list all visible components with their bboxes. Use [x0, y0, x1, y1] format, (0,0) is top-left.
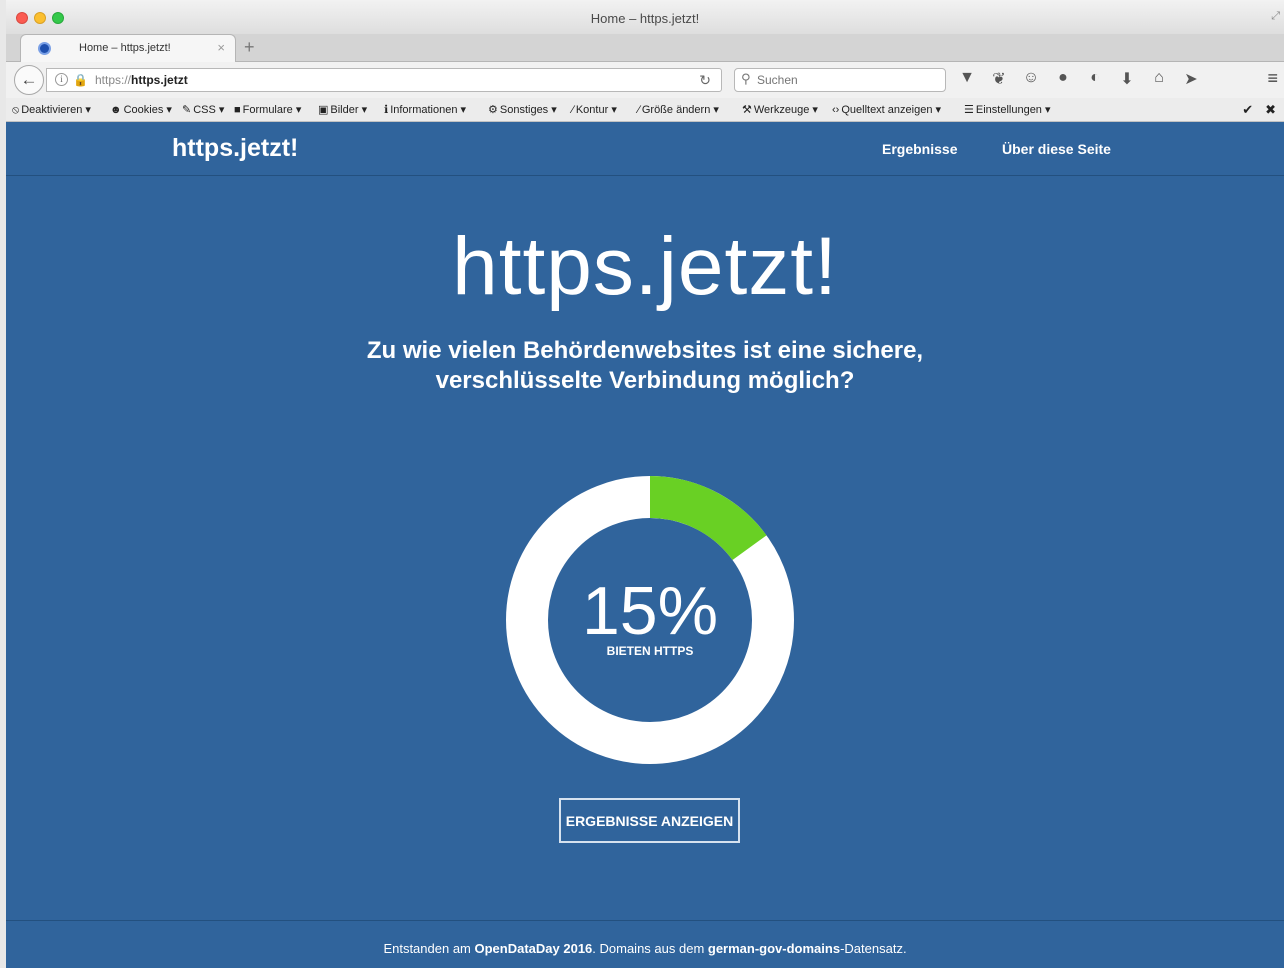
favicon-icon [38, 42, 51, 55]
site-brand[interactable]: https.jetzt! [172, 134, 298, 163]
search-bar[interactable]: ⚲ [734, 68, 946, 92]
back-button[interactable]: ← [14, 65, 44, 95]
tab-strip: Home – https.jetzt! × + [6, 34, 1284, 62]
search-input[interactable] [757, 70, 937, 90]
hero-title: https.jetzt! [452, 221, 838, 312]
devbar-forms[interactable]: ■ Formulare ▾ [234, 103, 301, 116]
devbar-cookies[interactable]: ☻ Cookies ▾ [110, 103, 172, 116]
footer-dataset-link[interactable]: german-gov-domains [708, 941, 840, 956]
back-arrow-icon: ← [20, 70, 38, 89]
devbar-right-actions: ✔ ✖ [1230, 102, 1276, 118]
tab-home[interactable]: Home – https.jetzt! × [20, 34, 236, 62]
page-content: https.jetzt! Ergebnisse Über diese Seite… [6, 122, 1284, 968]
hero-subtitle-line2: verschlüsselte Verbindung möglich? [435, 367, 855, 394]
lock-icon[interactable]: 🔒 [73, 73, 88, 87]
devbar-resize[interactable]: ∕ Größe ändern ▾ [638, 103, 719, 116]
fullscreen-icon[interactable]: ⤢ [1271, 10, 1280, 23]
devbar-information[interactable]: ℹ Informationen ▾ [384, 103, 466, 116]
url-text[interactable]: https://https.jetzt [95, 73, 188, 87]
image-icon: ▣ [318, 104, 329, 116]
devbar-disable[interactable]: ⦸ Deaktivieren ▾ [12, 103, 91, 117]
information-icon: ℹ [384, 104, 389, 116]
search-icon: ⚲ [741, 71, 751, 86]
url-bar[interactable]: i 🔒 https://https.jetzt ↻ [46, 68, 722, 92]
nav-link-results[interactable]: Ergebnisse [882, 141, 957, 157]
devbar-view-source[interactable]: ‹› Quelltext anzeigen ▾ [832, 103, 941, 116]
reload-icon[interactable]: ↻ [699, 72, 711, 89]
devbar-tools[interactable]: ⚒ Werkzeuge ▾ [742, 103, 818, 116]
devbar-css[interactable]: ✎ CSS ▾ [182, 103, 224, 116]
url-host: https.jetzt [131, 73, 188, 87]
disable-icon: ⦸ [12, 104, 20, 116]
hero-subtitle-line1: Zu wie vielen Behördenwebsites ist eine … [366, 337, 924, 364]
donut-value-arc [649, 476, 767, 561]
forms-icon: ■ [234, 104, 241, 116]
css-icon: ✎ [182, 104, 192, 116]
tools-icon: ⚒ [742, 104, 752, 116]
toolbar-icons: ▼ ❦ ☺ ● ◐ ⬇ ⌂ ➤ [956, 69, 1202, 89]
tab-close-icon[interactable]: × [217, 40, 225, 55]
addon-icon[interactable]: ❦ [988, 69, 1010, 89]
footer-event-link[interactable]: OpenDataDay 2016 [475, 941, 593, 956]
cookie-icon: ☻ [110, 104, 122, 116]
new-tab-button[interactable]: + [244, 37, 255, 58]
pocket-icon[interactable]: ▼ [956, 69, 978, 89]
devbar-options[interactable]: ☰ Einstellungen ▾ [964, 103, 1051, 116]
info-icon[interactable]: i [55, 73, 68, 86]
menu-icon[interactable]: ≡ [1267, 68, 1278, 89]
window-titlebar: Home – https.jetzt! ⤢ [6, 0, 1284, 34]
devbar-outline[interactable]: ∕ Kontur ▾ [572, 103, 617, 116]
window-title: Home – https.jetzt! [590, 11, 700, 26]
hero-subtitle: Zu wie vielen Behördenwebsites ist eine … [6, 336, 1284, 396]
send-icon[interactable]: ➤ [1180, 69, 1202, 89]
misc-icon: ⚙ [488, 104, 498, 116]
navigation-bar: ← i 🔒 https://https.jetzt ↻ ⚲ ▼ ❦ ☺ ● ◐ … [6, 62, 1284, 98]
percentage-label: BIETEN HTTPS [606, 644, 694, 658]
extension-icon[interactable]: ● [1052, 69, 1074, 89]
tab-title: Home – https.jetzt! [79, 42, 171, 54]
site-header: https.jetzt! Ergebnisse Über diese Seite [6, 122, 1284, 176]
source-icon: ‹› [832, 104, 840, 116]
ghostery-icon[interactable]: ◐ [1084, 69, 1106, 89]
home-icon[interactable]: ⌂ [1148, 69, 1170, 89]
nav-link-about[interactable]: Über diese Seite [1002, 141, 1111, 157]
outline-icon: ∕ [572, 104, 574, 116]
show-results-button[interactable]: ERGEBNISSE ANZEIGEN [559, 798, 740, 843]
devbar-images[interactable]: ▣ Bilder ▾ [318, 103, 367, 116]
url-scheme: https:// [95, 73, 132, 87]
greasemonkey-icon[interactable]: ☺ [1020, 69, 1042, 89]
footer-text: Entstanden am OpenDataDay 2016. Domains … [383, 941, 907, 956]
check-icon[interactable]: ✔ [1242, 102, 1253, 117]
site-footer: Entstanden am OpenDataDay 2016. Domains … [6, 920, 1284, 968]
download-icon[interactable]: ⬇ [1116, 69, 1138, 89]
percentage-value: 15% [581, 573, 719, 649]
devbar-misc[interactable]: ⚙ Sonstiges ▾ [488, 103, 557, 116]
resize-icon: ∕ [638, 104, 640, 116]
options-icon: ☰ [964, 104, 974, 116]
web-developer-toolbar: ⦸ Deaktivieren ▾ ☻ Cookies ▾ ✎ CSS ▾ ■ Formu… [6, 98, 1284, 122]
close-icon[interactable]: ✖ [1265, 102, 1276, 117]
